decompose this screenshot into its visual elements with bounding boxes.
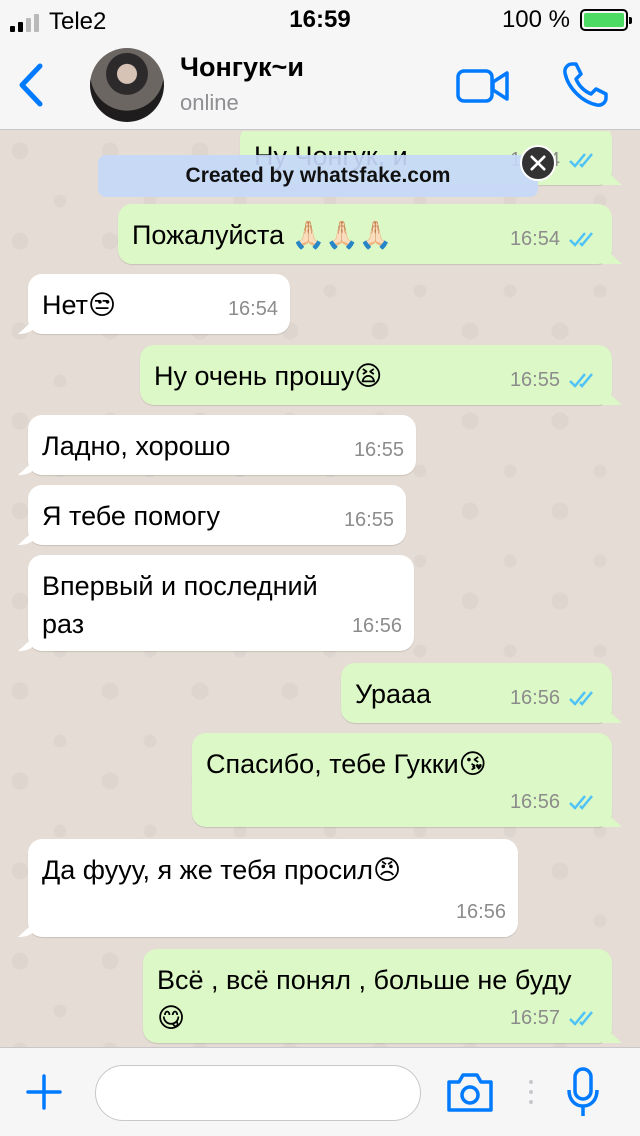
message-bubble[interactable]: Всё , всё понял , больше не буду😋 16:57 bbox=[143, 949, 612, 1043]
battery-icon bbox=[580, 9, 632, 31]
message-bubble[interactable]: Нет😒 16:54 bbox=[28, 274, 290, 334]
double-check-icon bbox=[569, 691, 593, 706]
message-bubble[interactable]: Ну очень прошу😫 16:55 bbox=[140, 345, 612, 405]
message-time: 16:56 bbox=[351, 615, 402, 637]
microphone-icon[interactable] bbox=[565, 1066, 601, 1120]
message-meta: 16:57 bbox=[510, 999, 600, 1037]
message-time: 16:56 bbox=[509, 687, 560, 709]
message-bubble[interactable]: Впервый и последний раз 16:56 bbox=[28, 555, 414, 651]
message-input[interactable] bbox=[95, 1065, 421, 1121]
message-time: 16:54 bbox=[509, 228, 560, 250]
more-dots-icon bbox=[529, 1080, 533, 1104]
message-meta: 16:55 bbox=[354, 431, 404, 469]
message-text: Урааа bbox=[355, 679, 432, 709]
message-meta: 16:56 bbox=[352, 607, 402, 645]
battery-info: 100 % bbox=[501, 6, 632, 34]
watermark-banner: Created by whatsfake.com bbox=[98, 155, 538, 197]
message-meta: 16:55 bbox=[344, 501, 394, 539]
message-text: Нет😒 bbox=[42, 290, 117, 320]
chat-header: Чонгук~и online bbox=[0, 40, 640, 130]
message-text: Ну очень прошу😫 bbox=[154, 361, 383, 391]
message-bubble[interactable]: Пожалуйста 🙏🏻🙏🏻🙏🏻 16:54 bbox=[118, 204, 612, 264]
message-text: Впервый и последний раз bbox=[42, 571, 318, 639]
message-text: Спасибо, тебе Гукки😘 bbox=[206, 749, 487, 779]
message-meta: 16:56 bbox=[510, 679, 600, 717]
message-time: 16:57 bbox=[509, 1007, 560, 1029]
message-time: 16:54 bbox=[227, 298, 278, 320]
input-bar bbox=[0, 1047, 640, 1136]
contact-name[interactable]: Чонгук~и bbox=[180, 52, 304, 83]
message-bubble[interactable]: Спасибо, тебе Гукки😘 16:56 bbox=[192, 733, 612, 827]
double-check-icon bbox=[569, 153, 593, 168]
message-time: 16:55 bbox=[509, 369, 560, 391]
double-check-icon bbox=[569, 1011, 593, 1026]
message-time: 16:55 bbox=[343, 509, 394, 531]
phone-icon[interactable] bbox=[560, 60, 610, 110]
message-time: 16:56 bbox=[455, 901, 506, 923]
double-check-icon bbox=[569, 795, 593, 810]
status-bar: Tele2 16:59 100 % bbox=[0, 0, 640, 40]
message-time: 16:56 bbox=[509, 791, 560, 813]
close-icon[interactable] bbox=[520, 145, 556, 181]
message-bubble[interactable]: Я тебе помогу 16:55 bbox=[28, 485, 406, 545]
message-meta: 16:56 bbox=[510, 783, 600, 821]
message-bubble[interactable]: Урааа 16:56 bbox=[341, 663, 612, 723]
plus-icon[interactable] bbox=[24, 1072, 64, 1112]
message-time: 16:55 bbox=[353, 439, 404, 461]
message-meta: 16:56 bbox=[456, 893, 506, 931]
avatar[interactable] bbox=[90, 48, 164, 122]
message-text: Ладно, хорошо bbox=[42, 431, 231, 461]
message-text: Я тебе помогу bbox=[42, 501, 221, 531]
battery-percent: 100 % bbox=[501, 6, 570, 33]
message-text: Да фууу, я же тебя просил😠 bbox=[42, 855, 402, 885]
message-meta: 16:54 bbox=[228, 290, 278, 328]
chevron-left-icon[interactable] bbox=[12, 60, 52, 110]
message-bubble[interactable]: Да фууу, я же тебя просил😠 16:56 bbox=[28, 839, 518, 937]
message-text: Пожалуйста 🙏🏻🙏🏻🙏🏻 bbox=[132, 220, 393, 250]
double-check-icon bbox=[569, 373, 593, 388]
contact-status: online bbox=[180, 90, 239, 115]
message-meta: 16:55 bbox=[510, 361, 600, 399]
double-check-icon bbox=[569, 232, 593, 247]
message-meta: 16:54 bbox=[510, 220, 600, 258]
camera-icon[interactable] bbox=[445, 1070, 495, 1114]
chat-area[interactable]: Ну Чонгук, и 16:54 Пожалуйста 🙏🏻🙏🏻🙏🏻 16:… bbox=[0, 131, 640, 1047]
video-camera-icon[interactable] bbox=[455, 66, 511, 106]
message-bubble[interactable]: Ладно, хорошо 16:55 bbox=[28, 415, 416, 475]
